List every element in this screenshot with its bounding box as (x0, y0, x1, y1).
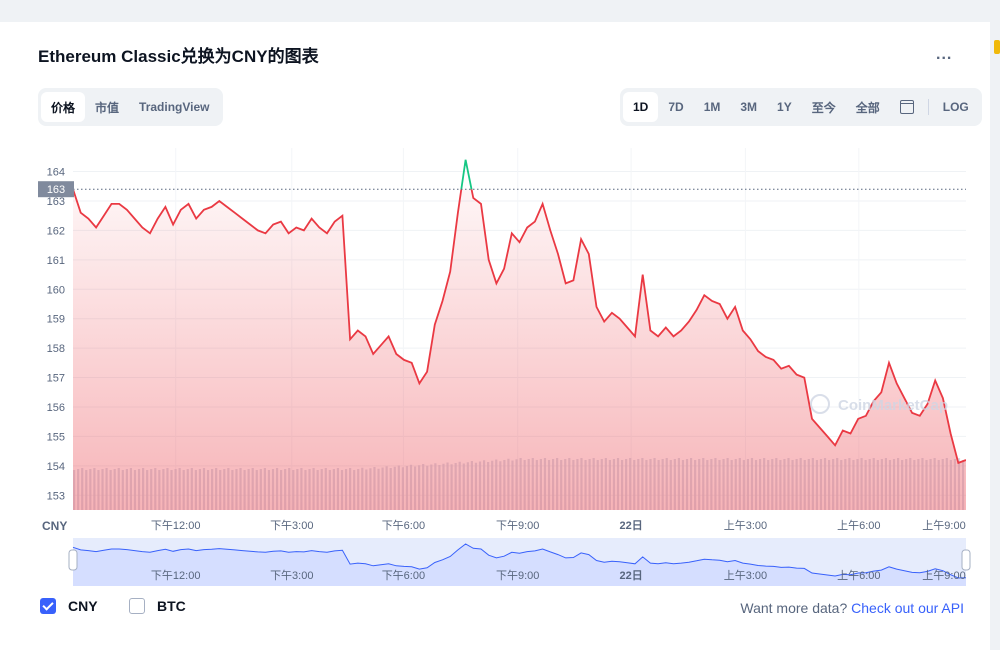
navigator-tick-label: 上午9:00 (922, 569, 965, 582)
x-tick-label: 22日 (620, 519, 643, 532)
watermark: CoinMarketCap (838, 397, 948, 414)
legend-cny-label: CNY (68, 598, 98, 614)
y-tick-label: 156 (47, 402, 65, 414)
x-tick-label: 上午6:00 (837, 519, 880, 532)
y-tick-label: 153 (47, 490, 65, 502)
more-data-text: Want more data? (740, 600, 848, 616)
y-tick-label: 162 (47, 225, 65, 237)
x-tick-label: 上午9:00 (922, 519, 965, 532)
navigator-tick-label: 下午6:00 (382, 569, 425, 582)
navigator-tick-label: 下午3:00 (270, 569, 313, 582)
watermark-logo-icon (810, 394, 830, 414)
x-tick-label: 上午3:00 (724, 519, 767, 532)
axis-unit-label: CNY (42, 519, 67, 533)
navigator-tick-label: 下午12:00 (151, 569, 201, 582)
y-tick-label: 160 (47, 284, 65, 296)
navigator-handle-left[interactable] (68, 549, 78, 571)
x-tick-label: 下午12:00 (151, 519, 201, 532)
more-data-note: Want more data? Check out our API (740, 600, 964, 616)
navigator-handle-right[interactable] (961, 549, 971, 571)
y-tick-label: 161 (47, 255, 65, 267)
cny-checkbox[interactable] (40, 598, 56, 614)
navigator-tick-label: 下午9:00 (496, 569, 539, 582)
navigator-tick-label: 22日 (620, 569, 643, 582)
reference-label: 163 (47, 184, 65, 196)
legend-btc[interactable]: BTC (129, 598, 186, 614)
x-tick-label: 下午9:00 (496, 519, 539, 532)
y-tick-label: 157 (47, 373, 65, 385)
x-tick-label: 下午3:00 (270, 519, 313, 532)
price-chart: 153 154 155 156 157 158 159 160 161 162 163 164 163 C… (38, 148, 971, 586)
btc-checkbox[interactable] (129, 598, 145, 614)
y-tick-label: 163 (47, 196, 65, 208)
price-area (73, 189, 966, 510)
navigator-tick-label: 上午6:00 (837, 569, 880, 582)
api-link[interactable]: Check out our API (851, 600, 964, 616)
y-tick-label: 164 (47, 167, 65, 179)
legend-btc-label: BTC (157, 598, 186, 614)
legend-cny[interactable]: CNY (40, 598, 98, 614)
y-tick-label: 155 (47, 431, 65, 443)
y-tick-label: 159 (47, 314, 65, 326)
navigator-tick-label: 上午3:00 (724, 569, 767, 582)
y-tick-label: 158 (47, 343, 65, 355)
x-tick-label: 下午6:00 (382, 519, 425, 532)
y-tick-label: 154 (47, 461, 65, 473)
